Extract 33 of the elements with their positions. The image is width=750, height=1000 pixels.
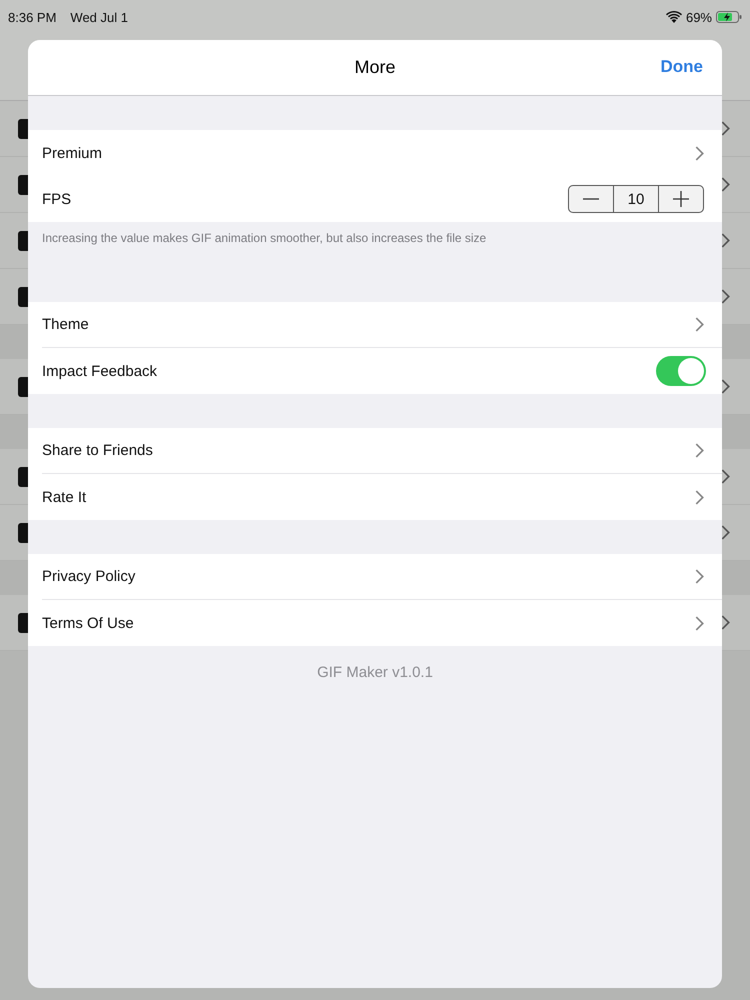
chevron-icon <box>721 177 730 192</box>
battery-charging-icon <box>716 11 742 23</box>
chevron-icon <box>695 443 704 458</box>
fps-stepper[interactable]: 10 <box>568 185 704 213</box>
chevron-icon <box>721 379 730 394</box>
section-footer: Increasing the value makes GIF animation smoother, but also increases the file size <box>28 222 722 268</box>
version-text: GIF Maker v1.0.1 <box>316 664 434 681</box>
row-label[interactable]: Rate It <box>42 488 695 506</box>
row-label[interactable]: Theme <box>42 316 695 333</box>
chevron-icon <box>721 121 730 136</box>
chevron-icon <box>695 616 704 630</box>
battery-percent: 69% <box>686 10 712 24</box>
toggle-switch[interactable] <box>656 356 706 386</box>
chevron-icon <box>721 525 730 540</box>
chevron-icon <box>695 569 704 584</box>
chevron-icon <box>695 317 704 332</box>
row-label[interactable]: Share to Friends <box>42 442 695 459</box>
chevron-icon <box>695 146 704 160</box>
chevron-icon <box>721 289 730 304</box>
chevron-icon <box>695 490 704 504</box>
row-label: FPS <box>42 190 72 208</box>
chevron-icon <box>721 233 730 248</box>
row-label[interactable]: Privacy Policy <box>42 568 695 585</box>
status-date: Wed Jul 1 <box>70 10 128 24</box>
sheet-title: More <box>354 57 396 78</box>
row-label[interactable]: Terms Of Use <box>42 614 695 632</box>
done-button[interactable]: Done <box>660 57 703 77</box>
chevron-icon <box>721 615 730 630</box>
status-time: 8:36 PM <box>8 10 56 24</box>
stepper-value: 10 <box>613 186 659 212</box>
wifi-icon <box>666 11 682 23</box>
chevron-icon <box>721 469 730 484</box>
row-label: Impact Feedback <box>42 362 158 380</box>
